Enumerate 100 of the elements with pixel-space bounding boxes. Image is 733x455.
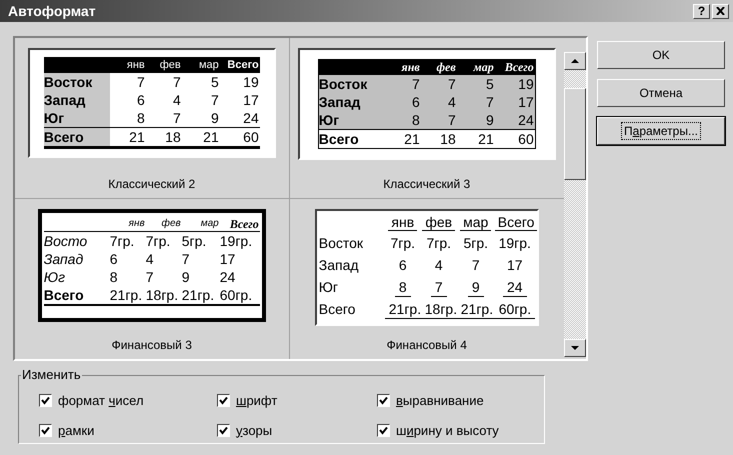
row-header: Восток <box>318 75 385 93</box>
table-cell-text: 24 <box>242 109 260 127</box>
row-header: Запад <box>318 93 385 111</box>
table-cell: 60гр. <box>494 300 536 318</box>
table-cell: 21 <box>182 127 220 149</box>
table-cell-text: 7гр. <box>425 234 452 253</box>
format-caption: Финансовый 4 <box>386 337 467 354</box>
table-cell-text: 6 <box>398 256 408 274</box>
table-cell: 7 <box>420 111 457 129</box>
row-header: Восток <box>44 73 110 91</box>
option-checkbox[interactable]: рамки <box>39 420 217 440</box>
format-caption: Финансовый 3 <box>112 337 192 354</box>
option-checkbox[interactable]: формат чисел <box>39 391 217 410</box>
table-cell: 24 <box>494 111 535 129</box>
close-icon <box>716 7 725 15</box>
table-cell: 7 <box>384 75 421 93</box>
scroll-up-button[interactable] <box>564 52 586 70</box>
table-cell-text: 7 <box>136 73 146 91</box>
table-cell: 21гр. <box>456 300 498 318</box>
column-header: мар <box>182 214 220 232</box>
table-cell-text: 17 <box>242 91 260 109</box>
table-cell-text: 17 <box>506 256 524 274</box>
table-cell-text: 7 <box>172 109 182 127</box>
column-header: Всего <box>494 60 535 75</box>
check-icon <box>41 396 50 406</box>
row-header: Всего <box>44 286 110 306</box>
table-cell-text: 4 <box>172 91 182 109</box>
row-header: Юг <box>318 278 339 296</box>
option-checkbox[interactable]: выравнивание <box>377 391 547 410</box>
format-preview[interactable]: янв фев мар Всего Восток 7гр. 7гр. 5гр. 19гр. Запад 6 4 7 17 Юг 8 7 9 24 Всего 21гр. 18гр. 21гр. 60гр. <box>314 208 539 326</box>
check-icon <box>41 426 50 435</box>
table-cell: 17 <box>494 93 535 111</box>
table-cell: 9 <box>456 111 495 129</box>
table-cell-text: 9 <box>182 268 191 286</box>
column-header: фев <box>146 57 182 73</box>
check-icon <box>219 396 228 406</box>
table-cell: 18гр. <box>146 286 182 306</box>
format-caption: Классический 3 <box>383 176 470 192</box>
table-cell-text: 7 <box>210 91 220 109</box>
table-cell-text: 19 <box>242 73 260 91</box>
table-cell: 60гр. <box>220 286 260 306</box>
checkbox[interactable] <box>377 394 390 408</box>
scroll-thumb[interactable] <box>564 88 586 180</box>
option-checkbox[interactable]: узоры <box>217 420 377 440</box>
table-cell: 7 <box>420 75 457 93</box>
table-cell-text: 6 <box>136 91 146 109</box>
checkbox[interactable] <box>39 394 52 408</box>
table-cell-text: 24 <box>220 268 236 286</box>
table-cell: 6 <box>384 93 421 111</box>
table-cell: 5 <box>456 75 495 93</box>
column-header: янв <box>388 214 418 230</box>
row-header: Всего <box>44 127 110 149</box>
table-cell-text: 7 <box>172 73 182 91</box>
close-button[interactable] <box>712 4 729 18</box>
table-cell-text: 6 <box>110 250 119 268</box>
table-cell: 21гр. <box>182 286 220 306</box>
column-header: Всего <box>494 214 538 230</box>
format-preview[interactable]: янв фев мар Всего Восток 7 7 5 19 Запад 6 4 7 17 Юг 8 7 9 24 Всего 21 18 21 60 <box>28 48 276 158</box>
column-header: мар <box>456 60 495 75</box>
check-icon <box>379 396 388 406</box>
row-header: Юг <box>44 268 66 286</box>
down-arrow-icon <box>571 346 579 350</box>
window-title: Автоформат <box>7 2 96 21</box>
table-cell-text: 7гр. <box>110 232 136 250</box>
option-checkbox[interactable]: ширину и высоту <box>377 420 547 440</box>
column-header: фев <box>420 60 457 75</box>
dialog-button[interactable]: Параметры... <box>597 117 725 145</box>
table-cell-text: 9 <box>210 109 220 127</box>
row-header: Запад <box>318 256 360 275</box>
checkbox[interactable] <box>39 424 52 437</box>
header-cell <box>318 60 385 75</box>
format-preview[interactable]: янв фев мар Всего Восто 7гр. 7гр. 5гр. 19гр. Запад 6 4 7 17 Юг 8 7 9 24 Всего 21гр. 18гр. 21гр. 60гр. <box>38 208 266 322</box>
checkbox[interactable] <box>377 424 390 437</box>
table-cell-text: 8 <box>110 268 119 286</box>
table-cell-text: 7гр. <box>146 232 172 250</box>
option-checkbox[interactable]: шрифт <box>217 391 377 410</box>
column-header: янв <box>384 60 421 75</box>
table-cell-text: 5гр. <box>182 232 208 250</box>
table-cell-text: 5гр. <box>462 234 490 253</box>
table-cell-text: 7 <box>470 256 481 274</box>
dialog-button[interactable]: OK <box>597 41 725 69</box>
table-cell-text: 7 <box>146 268 155 286</box>
table-cell: 24 <box>502 278 527 296</box>
row-header: Юг <box>318 111 385 129</box>
scrollbar[interactable] <box>564 52 586 357</box>
column-header: фев <box>146 214 182 232</box>
column-header: янв <box>110 214 146 232</box>
table-cell-text: 4 <box>146 250 155 268</box>
column-header: Всего <box>220 57 260 73</box>
table-cell: 9 <box>468 278 484 296</box>
dialog-button[interactable]: Отмена <box>597 79 725 107</box>
format-preview[interactable]: янв фев мар Всего Восток 7 7 5 19 Запад 6 4 7 17 Юг 8 7 9 24 Всего 21 18 21 60 <box>298 48 556 160</box>
table-cell: 21 <box>110 127 146 149</box>
table-cell: 21гр. <box>110 286 146 306</box>
row-header: Юг <box>44 109 110 127</box>
row-header: Запад <box>44 250 84 268</box>
help-button[interactable]: ? <box>693 4 710 18</box>
checkbox[interactable] <box>217 424 230 437</box>
scroll-down-button[interactable] <box>564 339 586 357</box>
checkbox[interactable] <box>217 394 230 408</box>
